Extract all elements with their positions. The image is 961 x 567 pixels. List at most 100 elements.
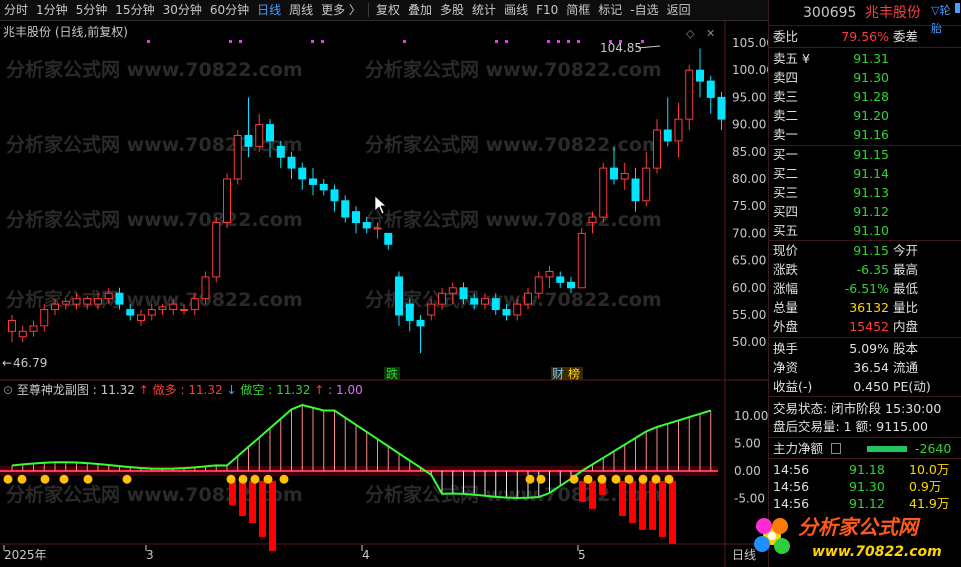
tab-5min[interactable]: 5分钟: [72, 0, 112, 21]
event-marker-drop[interactable]: 跌: [386, 366, 398, 381]
candle-body: [8, 319, 16, 332]
candle-body: [610, 167, 618, 180]
add-watchlist-button[interactable]: -自选: [626, 0, 662, 21]
mark-button[interactable]: 标记: [594, 0, 626, 21]
scrollbar[interactable]: [955, 3, 960, 13]
ask-row-label: 卖二: [773, 108, 799, 123]
price-tick-label: 55.00: [732, 308, 766, 322]
candle-body: [556, 276, 565, 283]
stat-row-value: -6.51%: [844, 281, 889, 296]
divider: [769, 458, 961, 459]
ratio-value: 1.00: [336, 383, 363, 397]
overlay-button[interactable]: 叠加: [404, 0, 436, 21]
fund-row-label: 换手: [773, 341, 799, 356]
indicator-tick-label: 5.00: [734, 437, 761, 451]
candle-body: [18, 330, 27, 338]
coin-marker: [59, 474, 69, 484]
fund-row-label2: 股本: [893, 341, 919, 356]
stock-name[interactable]: 兆丰股份: [865, 4, 921, 22]
bid-row-label: 买五: [773, 223, 799, 238]
candle-body: [588, 216, 597, 224]
coin-marker: [40, 474, 50, 484]
candle-body: [287, 156, 296, 169]
stat-row: 总量 36132 量比: [773, 299, 959, 317]
coin-marker: [83, 474, 93, 484]
candle-body: [72, 298, 81, 305]
candle-body: [51, 303, 59, 311]
event-marker-rank[interactable]: 榜: [568, 366, 580, 381]
event-dot: [577, 40, 580, 43]
zuokong-label: 做空: [240, 383, 265, 397]
multi-stock-button[interactable]: 多股: [436, 0, 468, 21]
tab-15min[interactable]: 15分钟: [111, 0, 158, 21]
tab-daily[interactable]: 日线: [253, 0, 285, 21]
divider: [769, 396, 961, 397]
chart-canvas[interactable]: 分析家公式网 www.70822.com 分析家公式网 www.70822.co…: [0, 21, 768, 567]
price-axis: 105.00 100.00 95.00 90.00 85.00 80.00 75.00 70.…: [732, 36, 768, 349]
svg-text:分析家公式网 www.70822.com: 分析家公式网 www.70822.com: [6, 288, 303, 311]
coin-marker: [651, 474, 661, 484]
back-button[interactable]: 返回: [663, 0, 695, 21]
coin-marker: [226, 474, 236, 484]
stat-row-value: 15452: [849, 319, 889, 334]
simple-frame-button[interactable]: 简框: [562, 0, 594, 21]
tab-30min[interactable]: 30分钟: [159, 0, 206, 21]
bid-row-value: 91.15: [853, 147, 889, 162]
tab-more[interactable]: 更多 〉: [317, 0, 365, 21]
stat-row: 外盘 15452 内盘: [773, 318, 959, 336]
tab-weekly[interactable]: 周线: [285, 0, 317, 21]
after-hours-volume: 盘后交易量: 1 额: 9115.00: [773, 419, 928, 434]
event-dot: [505, 40, 508, 43]
f10-button[interactable]: F10: [532, 0, 562, 21]
signal-bar: [259, 480, 266, 537]
ask-row-label: 卖一: [773, 127, 799, 142]
candle-body: [29, 325, 38, 332]
coin-marker: [664, 474, 674, 484]
fund-row-label: 收益(-): [773, 379, 813, 394]
candle-body: [212, 222, 221, 278]
stat-row-label: 外盘: [773, 319, 799, 334]
site-logo: 分析家公式网 www.70822.com: [750, 508, 950, 563]
candle-body: [706, 80, 715, 98]
coin-marker: [638, 474, 648, 484]
detail-icon[interactable]: [831, 443, 841, 454]
ask-row: 卖二 91.20: [773, 107, 959, 125]
coin-marker: [624, 474, 634, 484]
candle-body: [233, 134, 242, 180]
stat-row-label2: 内盘: [893, 319, 919, 334]
tab-60min[interactable]: 60分钟: [206, 0, 253, 21]
fuquan-button[interactable]: 复权: [372, 0, 404, 21]
candle-body: [427, 303, 436, 316]
candle-body: [266, 124, 274, 142]
candle-body: [255, 124, 264, 147]
fund-row-value: 36.54: [853, 360, 889, 375]
bid-row: 买五 91.10: [773, 222, 959, 240]
event-marker-finance[interactable]: 财: [552, 367, 564, 381]
close-icon[interactable]: ✕: [706, 27, 715, 40]
diamond-icon[interactable]: ◇: [686, 27, 695, 40]
candle-body: [405, 303, 414, 321]
tab-1min[interactable]: 1分钟: [32, 0, 72, 21]
bid-row-value: 91.12: [853, 204, 889, 219]
candle-body: [244, 134, 253, 147]
quote-panel: 300695 兆丰股份 ▽轮胎 委比 79.56% 委差 卖五 ¥ 91.31 卖四…: [768, 0, 961, 567]
stat-row-label: 涨幅: [773, 281, 799, 296]
candle-body: [717, 96, 726, 120]
tab-fenshi[interactable]: 分时: [0, 0, 32, 21]
stats-button[interactable]: 统计: [468, 0, 500, 21]
signal-bar: [239, 480, 246, 516]
ask-row-label: 卖四: [773, 70, 799, 85]
stat-row-label2: 量比: [893, 300, 919, 315]
candle-body: [83, 298, 92, 305]
coin-marker: [250, 474, 260, 484]
candle-body: [491, 298, 500, 311]
draw-line-button[interactable]: 画线: [500, 0, 532, 21]
stat-row-value: -6.35: [856, 262, 889, 277]
fund-row-label: 净资: [773, 360, 799, 375]
stat-row-label2: 最低: [893, 281, 919, 296]
settings-icon[interactable]: ⊙: [3, 383, 17, 397]
indicator-axis: 10.00 5.00 0.00 -5.00: [734, 409, 768, 506]
bid-row-value: 91.10: [853, 223, 889, 238]
event-dot: [567, 40, 570, 43]
coin-marker: [569, 474, 579, 484]
